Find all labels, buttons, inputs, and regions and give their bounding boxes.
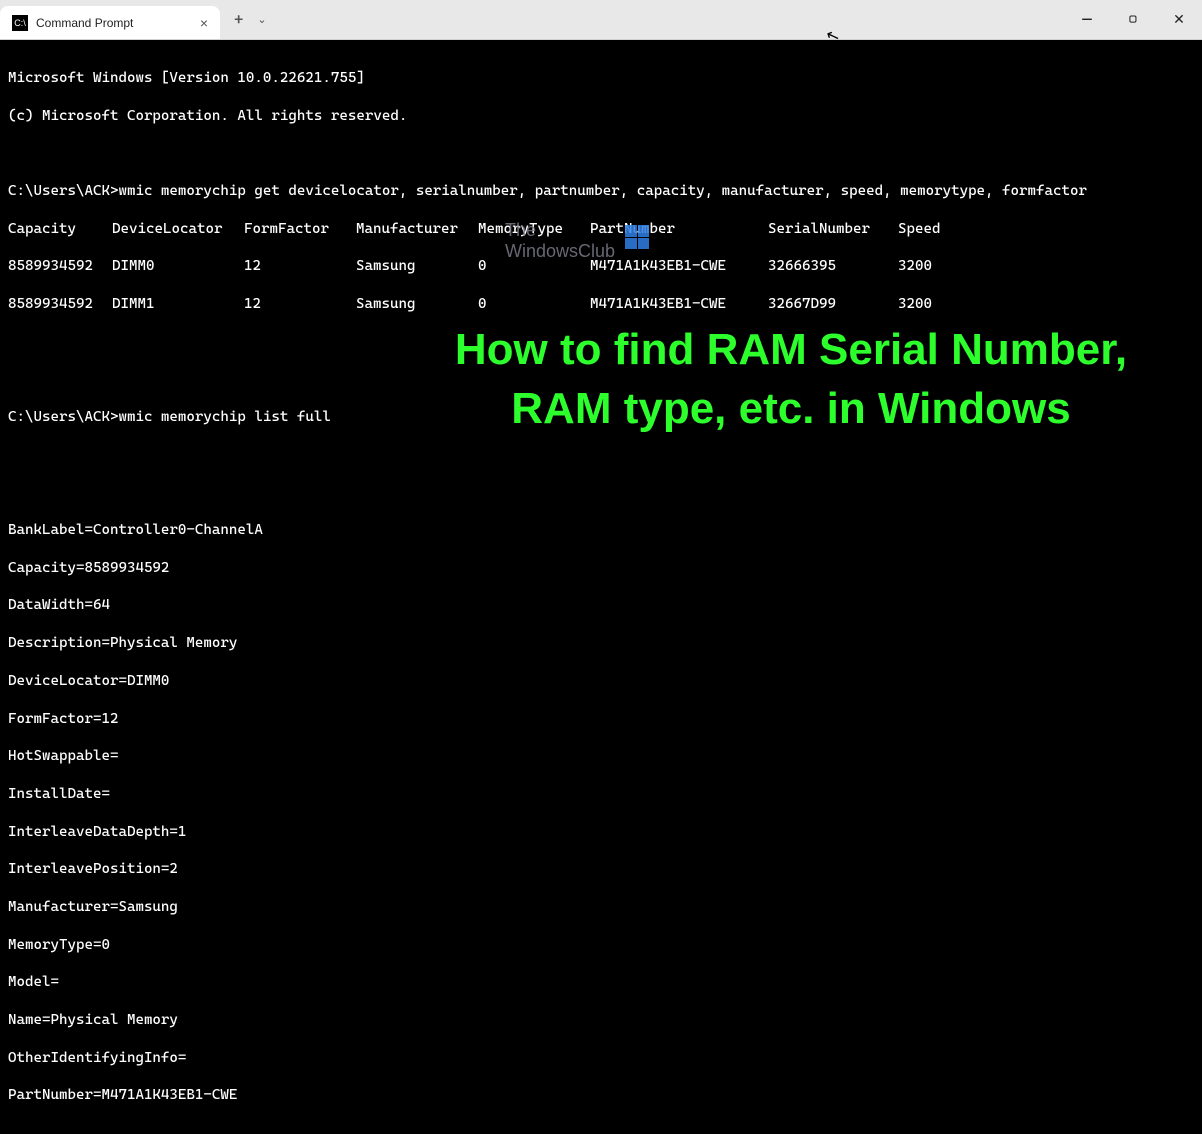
titlebar: C:\ Command Prompt × + ⌄ ─ ▢ ✕ xyxy=(0,0,1202,40)
list-line: Name=Physical Memory xyxy=(8,1011,1194,1030)
list-line: Manufacturer=Samsung xyxy=(8,898,1194,917)
overlay-headline: How to find RAM Serial Number, RAM type,… xyxy=(410,320,1172,439)
list-line: MemoryType=0 xyxy=(8,936,1194,955)
watermark-text: WindowsClub xyxy=(505,241,615,262)
col-header: FormFactor xyxy=(244,220,356,239)
command-line-1: C:\Users\ACK>wmic memorychip get devicel… xyxy=(8,182,1194,201)
tab-dropdown-icon[interactable]: ⌄ xyxy=(257,13,266,26)
window-controls: ─ ▢ ✕ xyxy=(1064,0,1202,39)
list-line: DataWidth=64 xyxy=(8,596,1194,615)
close-button[interactable]: ✕ xyxy=(1156,0,1202,39)
list-line: HotSwappable= xyxy=(8,747,1194,766)
col-header: DeviceLocator xyxy=(112,220,244,239)
list-line: Capacity=8589934592 xyxy=(8,559,1194,578)
list-line: InterleaveDataDepth=1 xyxy=(8,823,1194,842)
list-line: InstallDate= xyxy=(8,785,1194,804)
maximize-button[interactable]: ▢ xyxy=(1110,0,1156,39)
list-line: BankLabel=Controller0-ChannelA xyxy=(8,521,1194,540)
terminal-output[interactable]: Microsoft Windows [Version 10.0.22621.75… xyxy=(0,40,1202,1134)
watermark: The WindowsClub xyxy=(505,220,649,262)
copyright-line: (c) Microsoft Corporation. All rights re… xyxy=(8,107,1194,126)
tab-title: Command Prompt xyxy=(36,16,192,30)
list-line: OtherIdentifyingInfo= xyxy=(8,1049,1194,1068)
list-line: DeviceLocator=DIMM0 xyxy=(8,672,1194,691)
list-line: Model= xyxy=(8,973,1194,992)
tab-actions: + ⌄ xyxy=(220,0,281,39)
version-line: Microsoft Windows [Version 10.0.22621.75… xyxy=(8,69,1194,88)
list-line: PartNumber=M471A1K43EB1-CWE xyxy=(8,1086,1194,1105)
list-line: FormFactor=12 xyxy=(8,710,1194,729)
list-line: Description=Physical Memory xyxy=(8,634,1194,653)
col-header: Capacity xyxy=(8,220,112,239)
col-header: SerialNumber xyxy=(768,220,898,239)
watermark-text: The xyxy=(505,220,615,241)
tab-command-prompt[interactable]: C:\ Command Prompt × xyxy=(0,6,220,39)
col-header: Manufacturer xyxy=(356,220,478,239)
cmd-icon: C:\ xyxy=(12,15,28,31)
windows-logo-icon xyxy=(625,225,649,249)
minimize-button[interactable]: ─ xyxy=(1064,0,1110,39)
list-line: InterleavePosition=2 xyxy=(8,860,1194,879)
new-tab-button[interactable]: + xyxy=(234,10,243,29)
table-row: 8589934592 DIMM1 12 Samsung 0 M471A1K43E… xyxy=(8,295,1194,314)
col-header: Speed xyxy=(898,220,940,239)
close-tab-icon[interactable]: × xyxy=(200,15,208,31)
